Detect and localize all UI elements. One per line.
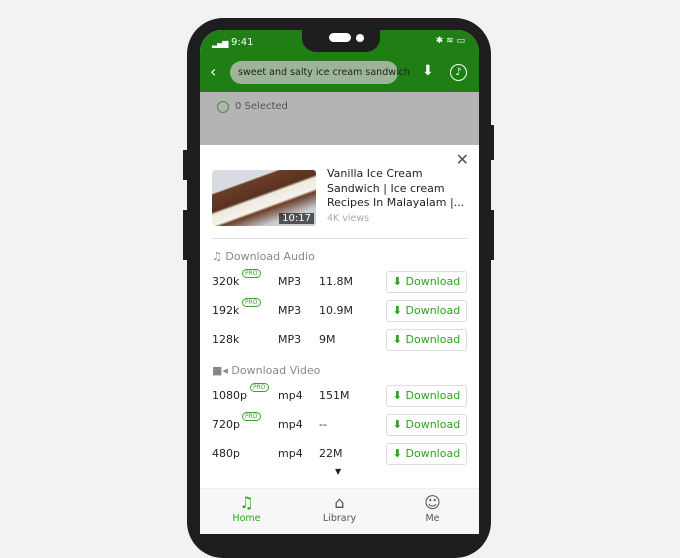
download-button[interactable]: ⬇ Download	[386, 443, 467, 465]
nav-label: Me	[425, 513, 440, 524]
format: mp4	[278, 418, 303, 431]
file-size: 11.8M	[319, 275, 353, 288]
format: MP3	[278, 275, 302, 288]
quality: 1080p	[212, 389, 247, 402]
download-label: Download	[405, 389, 461, 402]
quality: 320k	[212, 275, 240, 288]
pro-badge: PRO	[242, 412, 261, 421]
video-title: Vanilla Ice Cream Sandwich | Ice cream R…	[327, 167, 465, 209]
notch	[302, 30, 380, 52]
download-label: Download	[405, 447, 461, 460]
search-input[interactable]: sweet and salty ice cream sandwich	[230, 61, 410, 84]
video-thumbnail: 10:17	[212, 170, 316, 226]
music-icon[interactable]: ♪	[450, 64, 467, 81]
nav-library[interactable]: ⌂ Library	[293, 493, 386, 524]
screen: ▂▄▆ 9:41 ✱ ≋ ▭ ‹ sweet and salty ice cre…	[200, 30, 479, 534]
battery-icon: ✱ ≋ ▭	[435, 36, 465, 46]
format-row: 1080p PRO mp4 151M ⬇ Download	[212, 383, 467, 407]
mute-button	[183, 150, 187, 180]
app-header: ▂▄▆ 9:41 ✱ ≋ ▭ ‹ sweet and salty ice cre…	[200, 30, 479, 92]
quality: 128k	[212, 333, 240, 346]
video-heading-label: Download Video	[231, 364, 321, 377]
video-section-heading: ■◂ Download Video	[212, 364, 320, 377]
quality: 720p	[212, 418, 240, 431]
inbox-icon: ⌂	[334, 493, 345, 512]
back-icon[interactable]: ‹	[210, 62, 216, 81]
format-row: 720p PRO mp4 -- ⬇ Download	[212, 412, 467, 436]
download-label: Download	[405, 275, 461, 288]
download-icon: ⬇	[392, 304, 403, 317]
download-button[interactable]: ⬇ Download	[386, 385, 467, 407]
download-label: Download	[405, 418, 461, 431]
nav-label: Library	[322, 513, 357, 524]
download-button[interactable]: ⬇ Download	[386, 414, 467, 436]
download-icon: ⬇	[392, 333, 403, 346]
format-row: 192k PRO MP3 10.9M ⬇ Download	[212, 298, 467, 322]
format: MP3	[278, 304, 302, 317]
downloads-icon[interactable]: ⬇	[422, 63, 434, 79]
download-button[interactable]: ⬇ Download	[386, 300, 467, 322]
person-icon: ☺	[424, 493, 441, 512]
download-label: Download	[405, 333, 461, 346]
selected-count: 0 Selected	[235, 101, 288, 112]
nav-label: Home	[232, 513, 261, 524]
file-size: 10.9M	[319, 304, 353, 317]
pro-badge: PRO	[242, 269, 261, 278]
download-icon: ⬇	[392, 447, 403, 460]
volume-button	[183, 210, 187, 260]
file-size: --	[319, 418, 327, 431]
download-sheet: ✕ 10:17 Vanilla Ice Cream Sandwich | Ice…	[200, 145, 479, 534]
pro-badge: PRO	[250, 383, 269, 392]
quality: 480p	[212, 447, 240, 460]
format-row: 320k PRO MP3 11.8M ⬇ Download	[212, 269, 467, 293]
file-size: 9M	[319, 333, 336, 346]
nav-me[interactable]: ☺ Me	[386, 493, 479, 524]
download-label: Download	[405, 304, 461, 317]
divider	[212, 238, 467, 239]
select-all-checkbox[interactable]	[217, 101, 229, 113]
download-icon: ⬇	[392, 389, 403, 402]
download-button[interactable]: ⬇ Download	[386, 329, 467, 351]
music-note-icon: ♫	[212, 250, 222, 263]
file-size: 22M	[319, 447, 343, 460]
download-icon: ⬇	[392, 418, 403, 431]
pro-badge: PRO	[242, 298, 261, 307]
video-views: 4K views	[327, 213, 370, 224]
format: mp4	[278, 447, 303, 460]
format-row: 480p mp4 22M ⬇ Download	[212, 443, 467, 465]
format-row: 128k MP3 9M ⬇ Download	[212, 329, 467, 351]
status-time: 9:41	[231, 37, 254, 48]
selection-overlay: 0 Selected	[200, 92, 479, 145]
nav-home[interactable]: ♫ Home	[200, 493, 293, 524]
download-button[interactable]: ⬇ Download	[386, 271, 467, 293]
download-icon: ⬇	[392, 275, 403, 288]
format: mp4	[278, 389, 303, 402]
quality: 192k	[212, 304, 240, 317]
side-button	[490, 210, 494, 260]
music-icon: ♫	[239, 493, 254, 512]
audio-heading-label: Download Audio	[225, 250, 315, 263]
video-duration: 10:17	[279, 213, 314, 224]
video-camera-icon: ■◂	[212, 364, 228, 377]
signal-icon: ▂▄▆	[212, 39, 229, 48]
file-size: 151M	[319, 389, 350, 402]
expand-more-icon[interactable]: ▼	[335, 467, 341, 476]
audio-section-heading: ♫ Download Audio	[212, 250, 315, 263]
power-button	[490, 125, 494, 160]
format: MP3	[278, 333, 302, 346]
bottom-nav: ♫ Home ⌂ Library ☺ Me	[200, 488, 479, 534]
